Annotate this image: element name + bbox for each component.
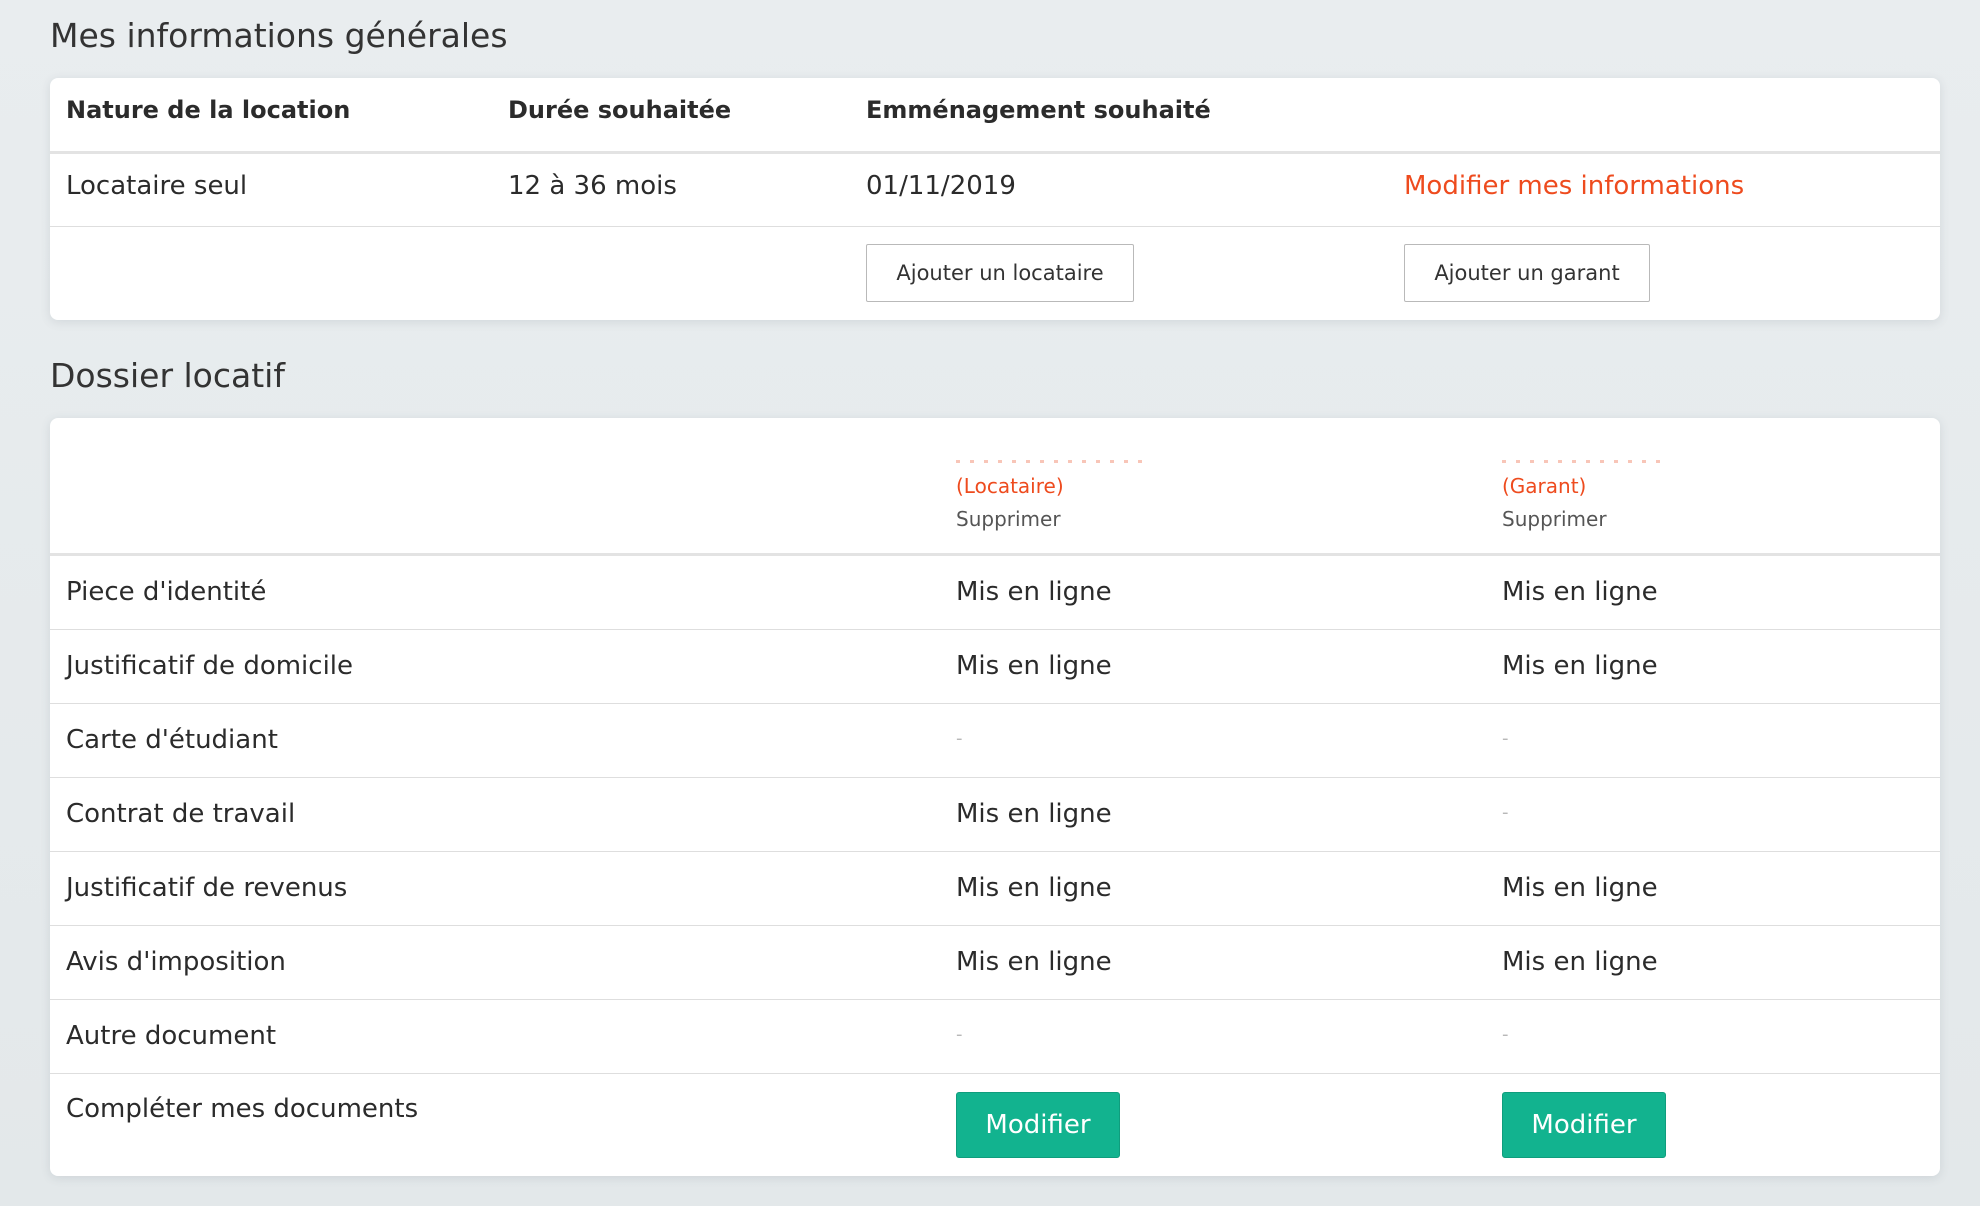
row-divider — [50, 226, 1940, 227]
rental-file-title: Dossier locatif — [50, 356, 285, 395]
complete-documents-label: Compléter mes documents — [66, 1094, 419, 1124]
redacted-guarantor-name — [1502, 460, 1668, 463]
tenant-document-status: Mis en ligne — [956, 651, 1112, 681]
tenant-document-status: Mis en ligne — [956, 873, 1112, 903]
document-row: Contrat de travail Mis en ligne - — [50, 778, 1940, 852]
document-row: Justificatif de revenus Mis en ligne Mis… — [50, 852, 1940, 926]
delete-tenant-link[interactable]: Supprimer — [956, 507, 1061, 531]
tenant-document-status: - — [956, 728, 963, 749]
tenant-document-status: Mis en ligne — [956, 947, 1112, 977]
document-label: Justificatif de revenus — [66, 873, 348, 903]
edit-info-link[interactable]: Modifier mes informations — [1404, 171, 1744, 201]
document-row: Piece d'identité Mis en ligne Mis en lig… — [50, 556, 1940, 630]
tenant-role-label[interactable]: (Locataire) — [956, 474, 1064, 498]
guarantor-document-status: - — [1502, 1024, 1509, 1045]
guarantor-document-status: Mis en ligne — [1502, 651, 1658, 681]
document-row: Justificatif de domicile Mis en ligne Mi… — [50, 630, 1940, 704]
document-label: Carte d'étudiant — [66, 725, 278, 755]
general-info-title: Mes informations générales — [50, 16, 508, 55]
header-duree: Durée souhaitée — [508, 96, 732, 124]
document-row: Carte d'étudiant - - — [50, 704, 1940, 778]
tenant-document-status: Mis en ligne — [956, 577, 1112, 607]
document-row: Avis d'imposition Mis en ligne Mis en li… — [50, 926, 1940, 1000]
add-tenant-button[interactable]: Ajouter un locataire — [866, 244, 1134, 302]
document-label: Piece d'identité — [66, 577, 267, 607]
general-info-card: Nature de la location Durée souhaitée Em… — [50, 78, 1940, 320]
document-label: Autre document — [66, 1021, 277, 1051]
modify-tenant-documents-button[interactable]: Modifier — [956, 1092, 1120, 1158]
tenant-document-status: Mis en ligne — [956, 799, 1112, 829]
modify-guarantor-documents-button[interactable]: Modifier — [1502, 1092, 1666, 1158]
rental-file-card: (Locataire) Supprimer (Garant) Supprimer… — [50, 418, 1940, 1176]
row-divider — [50, 1073, 1940, 1074]
guarantor-document-status: Mis en ligne — [1502, 577, 1658, 607]
document-row: Autre document - - — [50, 1000, 1940, 1074]
document-label: Justificatif de domicile — [66, 651, 354, 681]
value-nature: Locataire seul — [66, 171, 248, 201]
guarantor-role-label[interactable]: (Garant) — [1502, 474, 1586, 498]
redacted-tenant-name — [956, 460, 1146, 463]
guarantor-document-status: Mis en ligne — [1502, 947, 1658, 977]
header-nature: Nature de la location — [66, 96, 351, 124]
header-divider — [50, 151, 1940, 154]
value-emmenagement: 01/11/2019 — [866, 171, 1016, 201]
guarantor-document-status: - — [1502, 728, 1509, 749]
guarantor-document-status: Mis en ligne — [1502, 873, 1658, 903]
guarantor-document-status: - — [1502, 802, 1509, 823]
header-emmenagement: Emménagement souhaité — [866, 96, 1211, 124]
document-label: Contrat de travail — [66, 799, 296, 829]
document-label: Avis d'imposition — [66, 947, 286, 977]
tenant-document-status: - — [956, 1024, 963, 1045]
add-guarantor-button[interactable]: Ajouter un garant — [1404, 244, 1650, 302]
value-duree: 12 à 36 mois — [508, 171, 677, 201]
delete-guarantor-link[interactable]: Supprimer — [1502, 507, 1607, 531]
